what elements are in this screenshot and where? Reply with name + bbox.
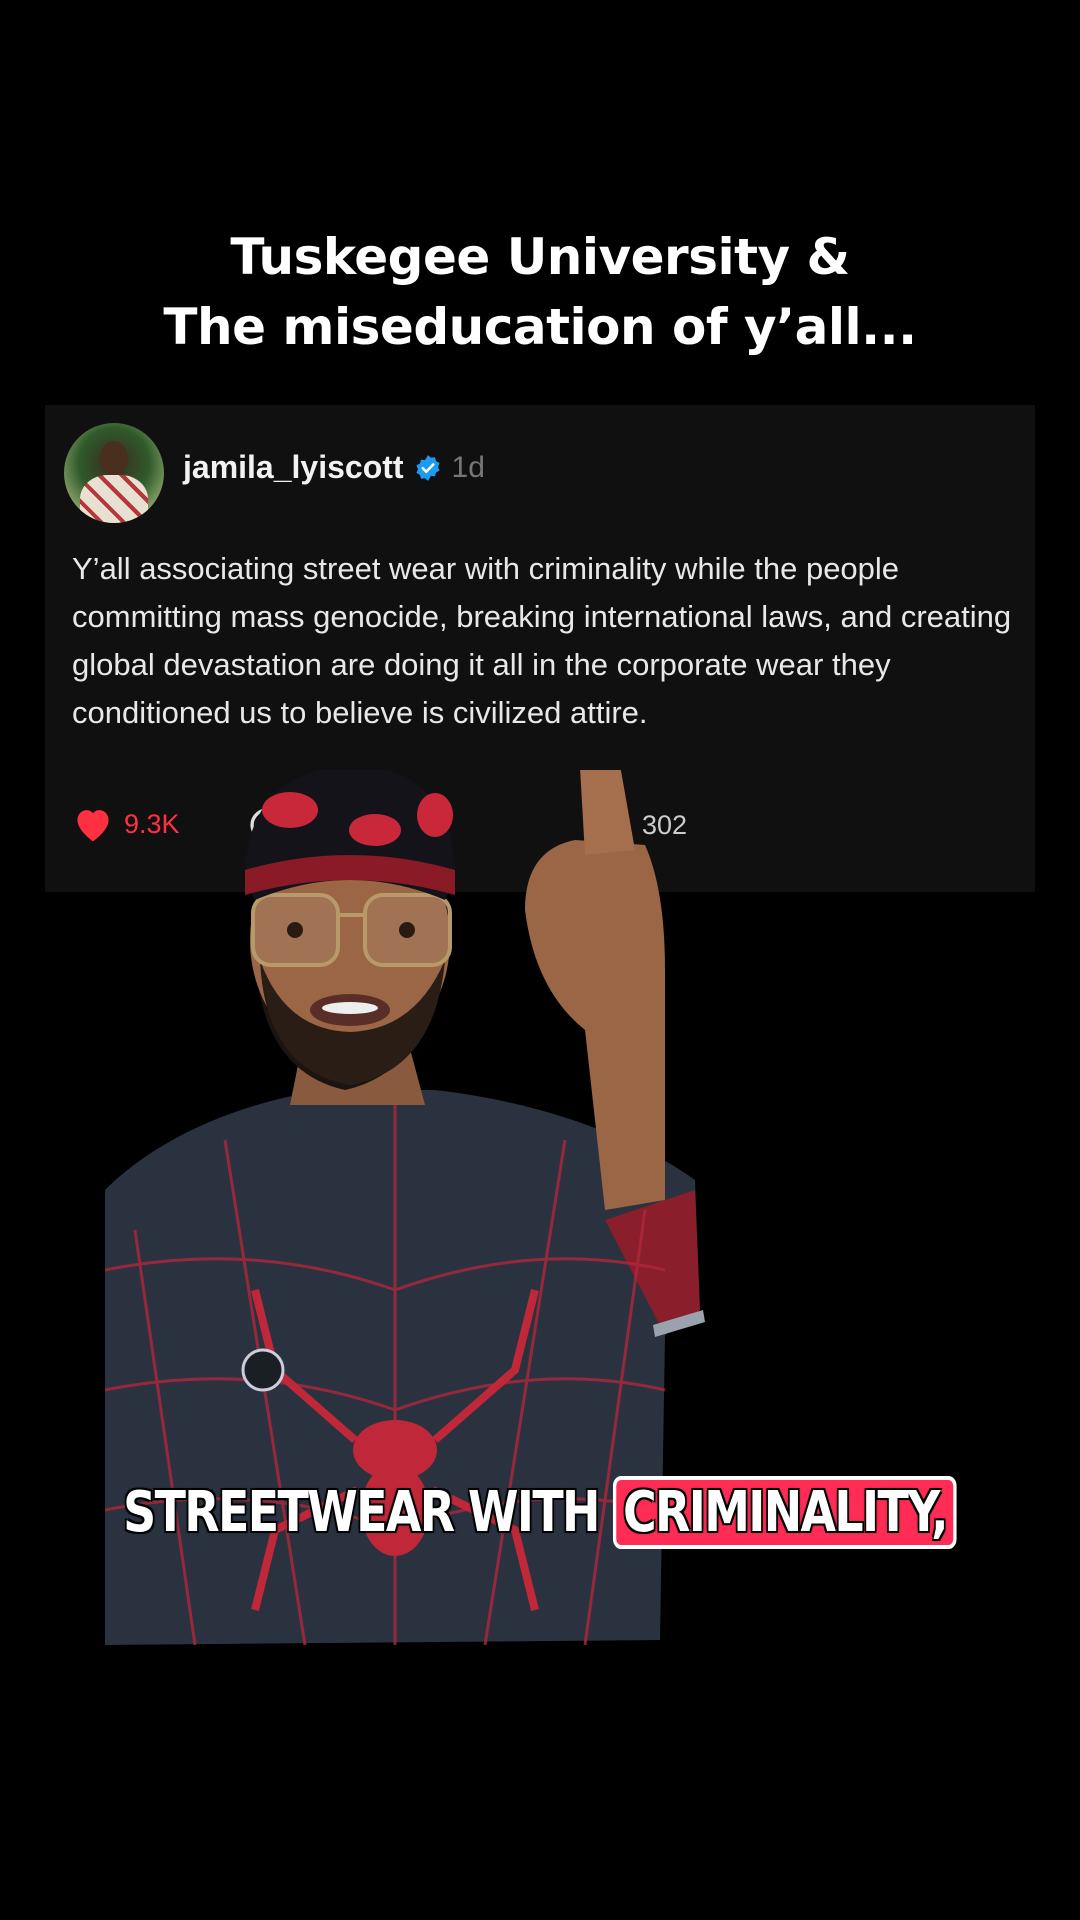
title-line-2: The miseducation of y’all... xyxy=(163,298,917,356)
post-age: 1d xyxy=(451,450,485,484)
subtitle-caption: STREETWEAR WITH CRIMINALITY, xyxy=(97,1476,983,1549)
post-header: jamila_lyiscott 1d xyxy=(183,449,485,486)
verified-badge-icon xyxy=(415,454,440,481)
title-line-1: Tuskegee University & xyxy=(230,228,850,286)
username[interactable]: jamila_lyiscott xyxy=(183,449,404,486)
caption-plain: STREETWEAR WITH xyxy=(123,1480,614,1545)
caption-highlight: CRIMINALITY, xyxy=(613,1476,957,1549)
avatar[interactable] xyxy=(64,423,164,523)
post-text: Y’all associating street wear with crimi… xyxy=(72,551,1012,730)
video-title-overlay: Tuskegee University & The miseducation o… xyxy=(0,222,1080,362)
